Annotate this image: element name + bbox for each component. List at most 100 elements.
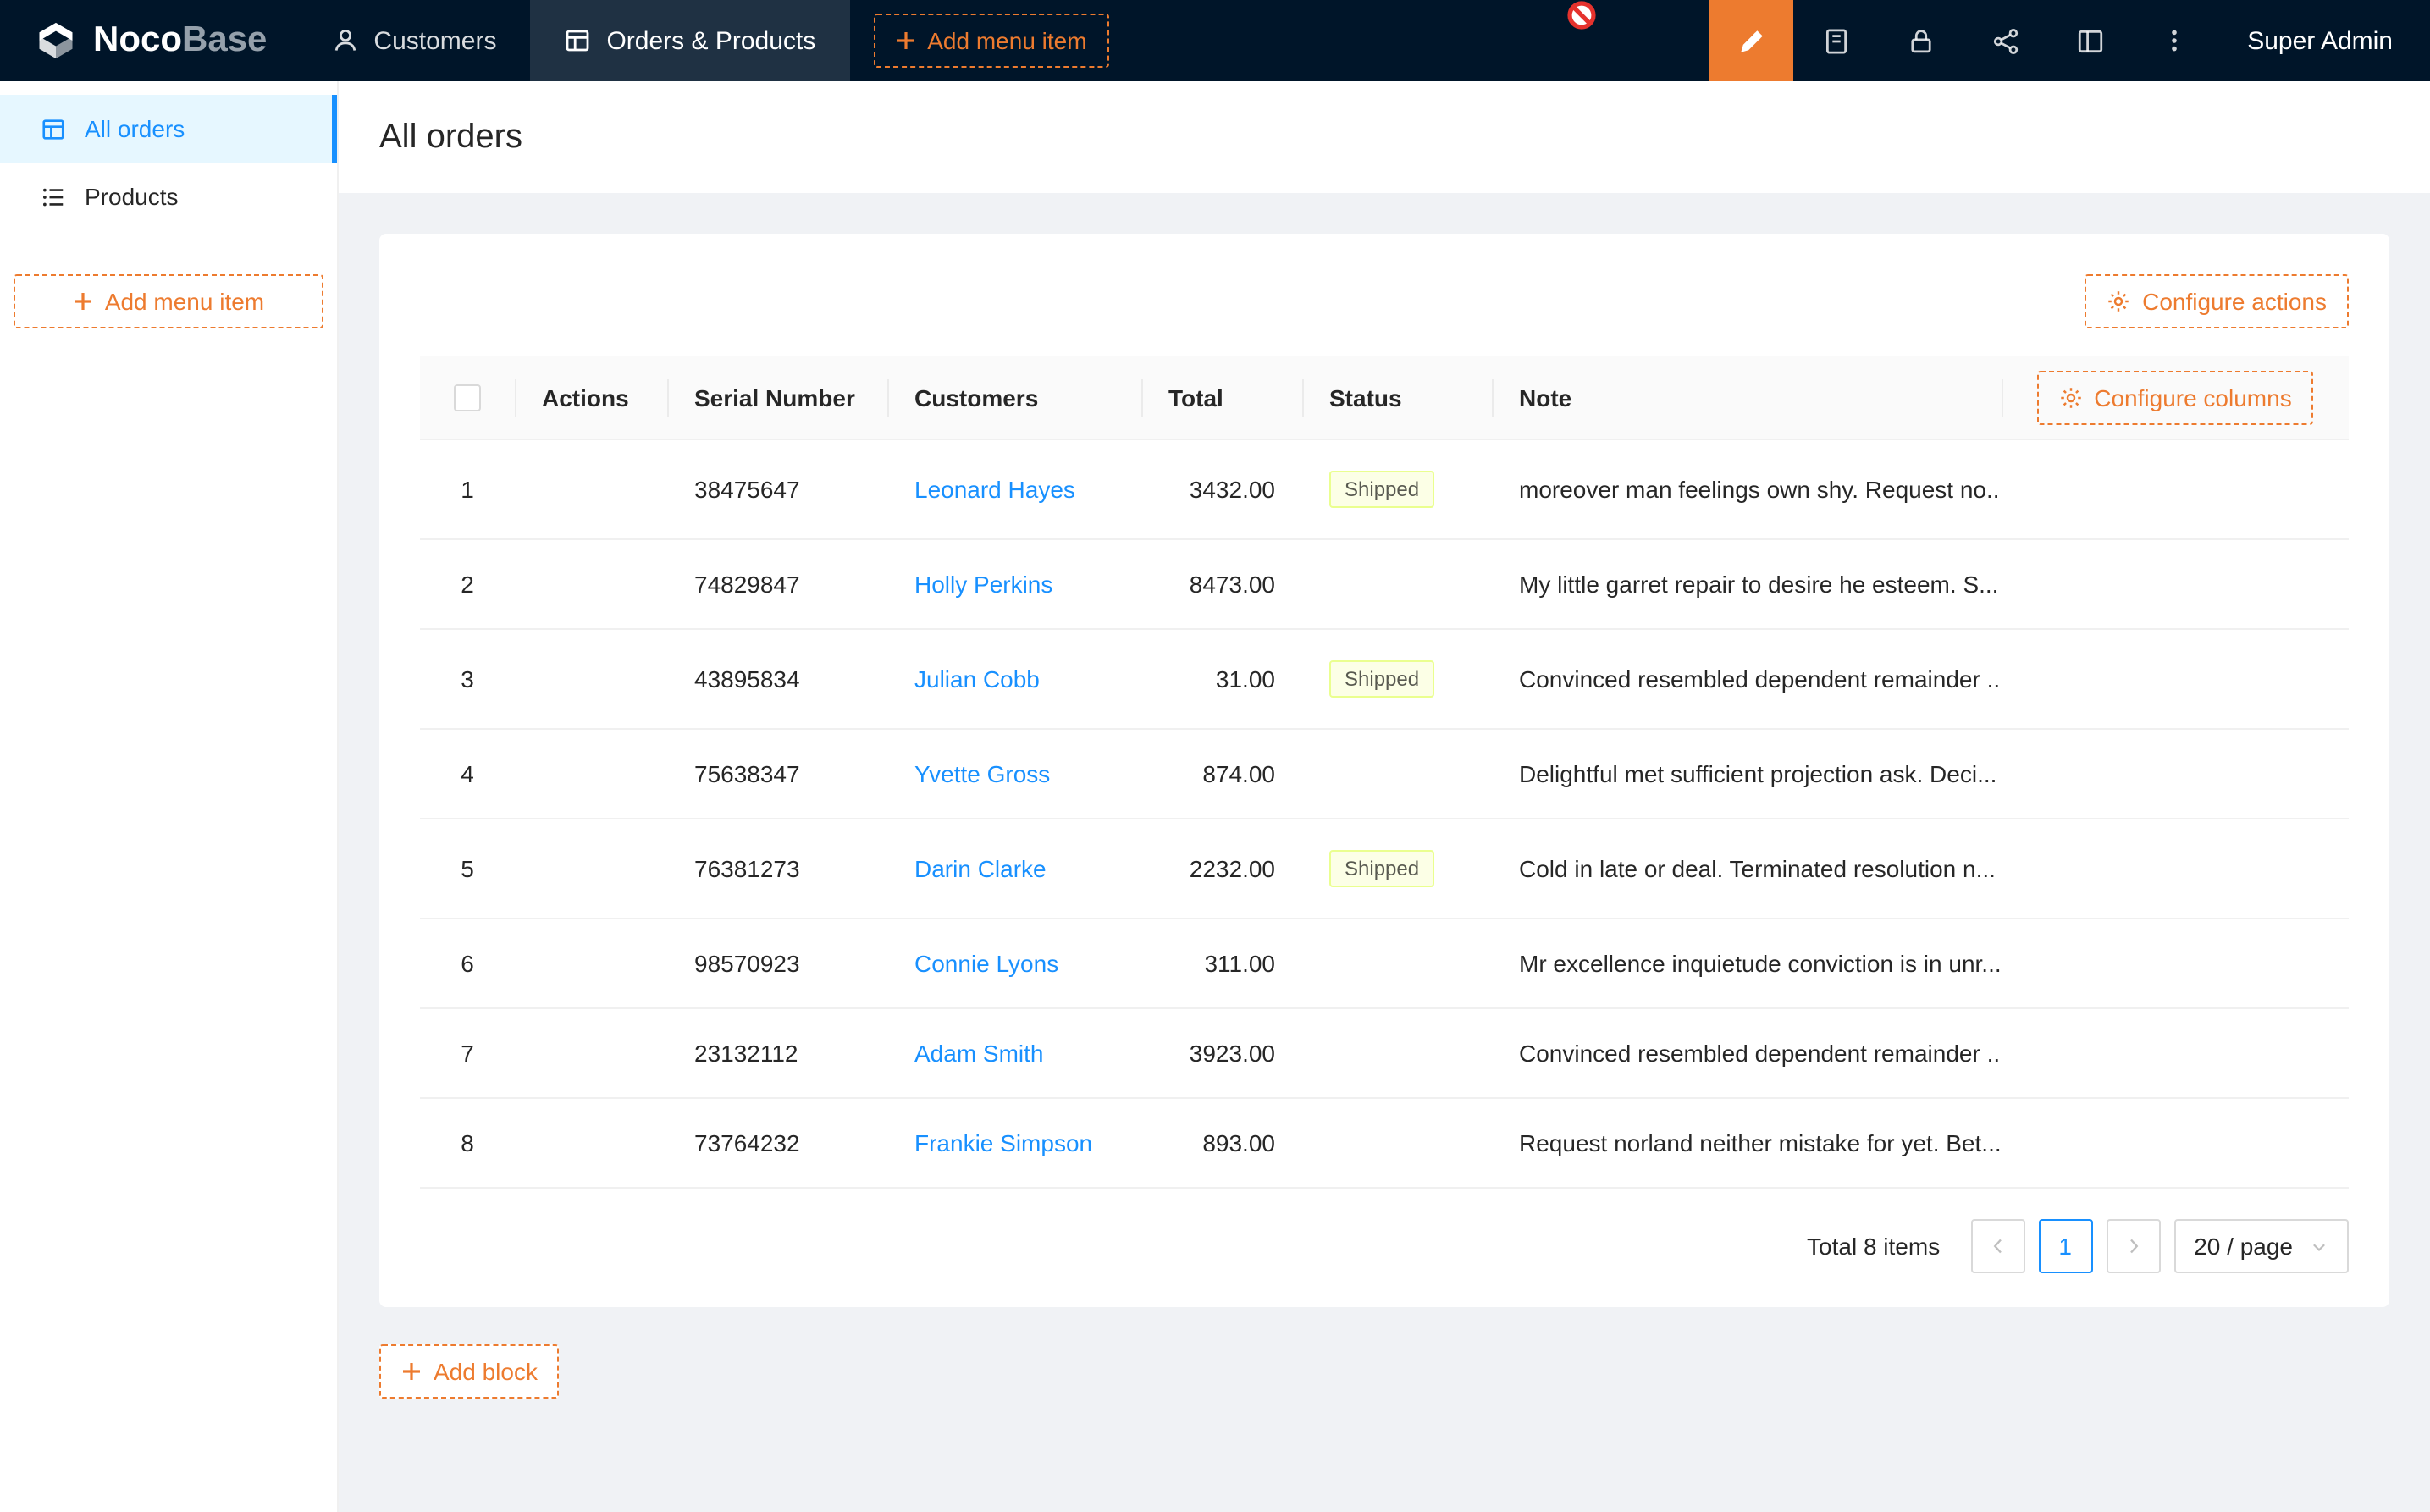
more-button[interactable] (2132, 0, 2217, 81)
docs-button[interactable] (1793, 0, 1878, 81)
customer-link[interactable]: Julian Cobb (914, 666, 1040, 693)
row-actions-cell (515, 1099, 667, 1189)
row-total: 874.00 (1141, 730, 1302, 819)
row-status-cell: Shipped (1302, 819, 1492, 919)
table-row: 4 75638347 Yvette Gross 874.00 Delightfu… (420, 730, 2349, 819)
layout-button[interactable] (2047, 0, 2132, 81)
customer-link[interactable]: Darin Clarke (914, 856, 1047, 883)
row-note: Convinced resembled dependent remainder … (1492, 1009, 2002, 1099)
select-all-checkbox[interactable] (454, 385, 481, 412)
row-status-cell: Shipped (1302, 440, 1492, 540)
column-header-serial: Serial Number (667, 356, 887, 440)
pagination: Total 8 items 1 (420, 1220, 2349, 1274)
customers-icon (331, 27, 358, 54)
table-row: 1 38475647 Leonard Hayes 3432.00 Shipped… (420, 440, 2349, 540)
nav-item-customers[interactable]: Customers (297, 0, 530, 81)
row-trailing-cell (2002, 919, 2349, 1009)
row-status-cell: Shipped (1302, 630, 1492, 730)
row-serial: 74829847 (667, 540, 887, 630)
row-index-cell: 2 (420, 540, 515, 630)
nav-item-label: Orders & Products (606, 26, 815, 55)
row-index-cell: 8 (420, 1099, 515, 1189)
gear-icon (2107, 290, 2130, 313)
pagination-page-1-button[interactable]: 1 (2038, 1220, 2092, 1274)
row-serial: 75638347 (667, 730, 887, 819)
row-index-cell: 3 (420, 630, 515, 730)
row-note: Delightful met sufficient projection ask… (1492, 730, 2002, 819)
customer-link[interactable]: Holly Perkins (914, 571, 1052, 599)
chevron-left-icon (1987, 1237, 2008, 1257)
ui-editor-button[interactable] (1709, 0, 1793, 81)
row-actions-cell (515, 730, 667, 819)
row-customer-cell: Julian Cobb (887, 630, 1141, 730)
row-index: 6 (461, 951, 474, 978)
table-row: 6 98570923 Connie Lyons 311.00 Mr excell… (420, 919, 2349, 1009)
row-index: 8 (461, 1130, 474, 1157)
row-note: Convinced resembled dependent remainder … (1492, 630, 2002, 730)
customer-link[interactable]: Adam Smith (914, 1040, 1044, 1068)
main-area: All orders Configure actions (339, 81, 2430, 1512)
navbar-right-actions: Super Admin (1709, 0, 2430, 81)
configure-actions-button[interactable]: Configure actions (2085, 274, 2349, 328)
row-note: moreover man feelings own shy. Request n… (1492, 440, 2002, 540)
row-trailing-cell (2002, 440, 2349, 540)
sidebar-item-all-orders[interactable]: All orders (0, 95, 337, 163)
table-row: 7 23132112 Adam Smith 3923.00 Convinced … (420, 1009, 2349, 1099)
column-header-actions: Actions (515, 356, 667, 440)
navbar-add-menu-item-button[interactable]: Add menu item (873, 14, 1108, 68)
plus-icon (73, 291, 93, 312)
customer-link[interactable]: Connie Lyons (914, 951, 1058, 978)
customer-link[interactable]: Leonard Hayes (914, 477, 1075, 504)
pagination-prev-button[interactable] (1970, 1220, 2024, 1274)
row-actions-cell (515, 440, 667, 540)
row-customer-cell: Holly Perkins (887, 540, 1141, 630)
security-button[interactable] (1878, 0, 1963, 81)
api-button[interactable] (1963, 0, 2047, 81)
plus-icon (401, 1362, 422, 1382)
pagination-total: Total 8 items (1807, 1233, 1940, 1261)
row-serial: 98570923 (667, 919, 887, 1009)
sidebar: All orders Products Add menu item (0, 81, 339, 1512)
table-row: 3 43895834 Julian Cobb 31.00 Shipped Con… (420, 630, 2349, 730)
customer-link[interactable]: Yvette Gross (914, 761, 1050, 788)
row-serial: 38475647 (667, 440, 887, 540)
sidebar-add-menu-item-button[interactable]: Add menu item (14, 274, 323, 328)
ui-editor-pen-icon (1737, 26, 1765, 55)
table-row: 2 74829847 Holly Perkins 8473.00 My litt… (420, 540, 2349, 630)
row-status-cell (1302, 1099, 1492, 1189)
row-serial: 76381273 (667, 819, 887, 919)
pagination-next-button[interactable] (2106, 1220, 2160, 1274)
table-row: 8 73764232 Frankie Simpson 893.00 Reques… (420, 1099, 2349, 1189)
row-customer-cell: Yvette Gross (887, 730, 1141, 819)
row-serial: 23132112 (667, 1009, 887, 1099)
row-index: 7 (461, 1040, 474, 1068)
more-ellipsis-icon (2161, 27, 2188, 54)
row-status-cell (1302, 1009, 1492, 1099)
customer-link[interactable]: Frankie Simpson (914, 1130, 1092, 1157)
table-header-row: Actions Serial Number Customers Total St… (420, 356, 2349, 440)
row-total: 8473.00 (1141, 540, 1302, 630)
page-size-select[interactable]: 20 / page (2173, 1220, 2349, 1274)
row-status-cell (1302, 919, 1492, 1009)
row-index: 4 (461, 761, 474, 788)
nocobase-logo[interactable]: NocoBase (0, 0, 297, 81)
nav-item-orders-products[interactable]: Orders & Products (530, 0, 849, 81)
orders-table-icon (564, 27, 591, 54)
sidebar-item-products[interactable]: Products (0, 163, 337, 230)
status-tag: Shipped (1329, 851, 1434, 888)
row-serial: 73764232 (667, 1099, 887, 1189)
row-total: 3923.00 (1141, 1009, 1302, 1099)
column-header-status: Status (1302, 356, 1492, 440)
add-block-button[interactable]: Add block (379, 1345, 560, 1399)
row-trailing-cell (2002, 1009, 2349, 1099)
row-customer-cell: Leonard Hayes (887, 440, 1141, 540)
plus-icon (895, 30, 915, 51)
nocobase-app: NocoBase Customers Orders & Products (0, 0, 2430, 1512)
configure-columns-button[interactable]: Configure columns (2036, 370, 2313, 424)
user-menu[interactable]: Super Admin (2217, 0, 2430, 81)
row-trailing-cell (2002, 730, 2349, 819)
orders-table-body: 1 38475647 Leonard Hayes 3432.00 Shipped… (420, 440, 2349, 1189)
nav-item-label: Customers (373, 26, 496, 55)
row-customer-cell: Connie Lyons (887, 919, 1141, 1009)
chevron-down-icon (2310, 1238, 2328, 1256)
